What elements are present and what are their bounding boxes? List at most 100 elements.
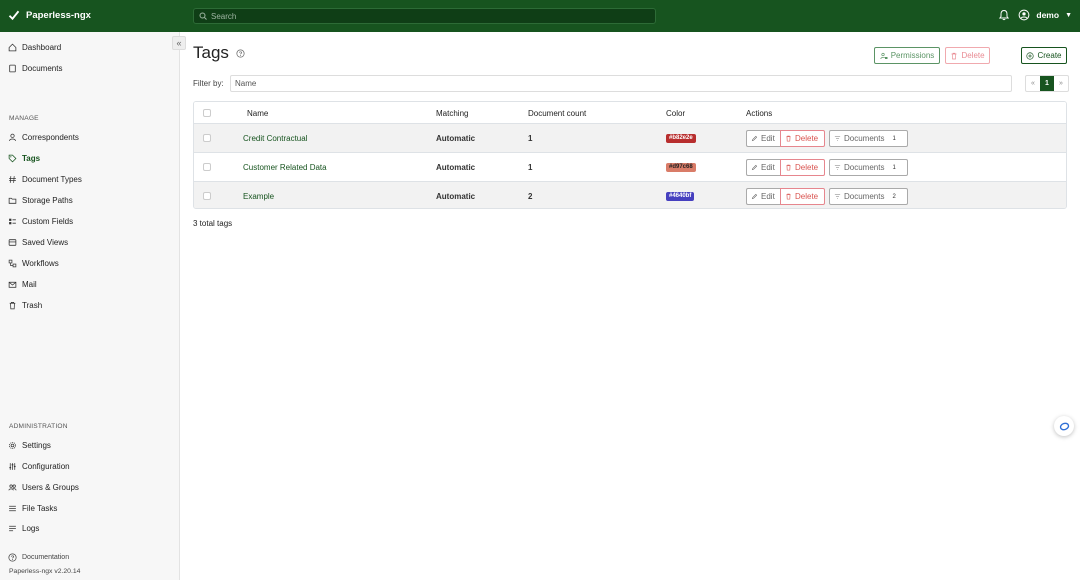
column-header-matching[interactable]: Matching	[436, 109, 468, 118]
filter-icon	[834, 165, 841, 170]
sidebar-item-label: Users & Groups	[22, 483, 79, 492]
user-name: demo	[1036, 10, 1060, 20]
sidebar-item-label: Mail	[22, 280, 37, 289]
plus-circle-icon	[1026, 51, 1035, 60]
delete-button[interactable]: Delete	[780, 159, 825, 176]
table-row: Example Automatic 2 #4640bf Edit Delete …	[194, 182, 1066, 208]
saved-views-icon	[8, 239, 17, 246]
floating-helper-button[interactable]	[1054, 416, 1074, 436]
edit-label: Edit	[761, 134, 775, 143]
sidebar-item-label: Dashboard	[22, 43, 62, 52]
documents-label: Documents	[844, 134, 885, 143]
tag-name-link[interactable]: Customer Related Data	[243, 163, 327, 172]
sidebar-item-mail[interactable]: Mail	[8, 280, 37, 289]
sidebar-item-logs[interactable]: Logs	[8, 524, 39, 533]
pencil-icon	[751, 135, 758, 142]
documentation-label: Documentation	[22, 554, 70, 561]
create-button[interactable]: Create	[1021, 47, 1067, 64]
sidebar-item-settings[interactable]: Settings	[8, 441, 51, 450]
house-icon	[8, 43, 17, 52]
tag-name-link[interactable]: Credit Contractual	[243, 134, 307, 143]
user-menu[interactable]: demo ▼	[1018, 9, 1072, 21]
tag-color-badge: #d97c68	[666, 163, 696, 172]
pager-next-button[interactable]: »	[1054, 76, 1068, 91]
bell-icon[interactable]	[998, 9, 1010, 21]
table-row: Credit Contractual Automatic 1 #b82e2e E…	[194, 124, 1066, 153]
pager-prev-button[interactable]: «	[1026, 76, 1040, 91]
tag-name-link[interactable]: Example	[243, 192, 274, 201]
table-row: Customer Related Data Automatic 1 #d97c6…	[194, 153, 1066, 182]
workflow-icon	[8, 259, 17, 268]
sidebar-item-documents[interactable]: Documents	[8, 64, 62, 73]
column-header-document-count[interactable]: Document count	[528, 109, 586, 118]
documents-button[interactable]: Documents 1	[829, 130, 908, 147]
question-circle-icon	[8, 553, 17, 562]
create-label: Create	[1037, 51, 1062, 60]
edit-button[interactable]: Edit	[746, 188, 780, 205]
filter-name-input[interactable]	[230, 75, 1012, 92]
sidebar-item-users-groups[interactable]: Users & Groups	[8, 483, 79, 492]
pager-page-1[interactable]: 1	[1040, 76, 1054, 91]
leaf-icon	[8, 10, 20, 21]
sidebar-item-label: Configuration	[22, 462, 70, 471]
documents-count: 1	[892, 164, 896, 171]
sidebar-item-saved-views[interactable]: Saved Views	[8, 238, 68, 247]
documents-button[interactable]: Documents 2	[829, 188, 908, 205]
bulk-delete-label: Delete	[961, 51, 985, 60]
sidebar-item-workflows[interactable]: Workflows	[8, 259, 59, 268]
total-tags-count: 3 total tags	[193, 219, 233, 228]
edit-button[interactable]: Edit	[746, 130, 780, 147]
delete-button[interactable]: Delete	[780, 188, 825, 205]
tag-document-count: 1	[528, 163, 533, 172]
custom-fields-icon	[9, 218, 16, 225]
trash-icon	[786, 135, 791, 142]
select-all-checkbox[interactable]	[203, 109, 211, 117]
top-navbar: Paperless-ngx demo ▼	[0, 0, 1080, 32]
sidebar-item-custom-fields[interactable]: Custom Fields	[8, 217, 73, 226]
sidebar-item-dashboard[interactable]: Dashboard	[8, 43, 61, 52]
search-icon	[199, 12, 207, 20]
trash-icon	[786, 164, 791, 171]
row-checkbox[interactable]	[203, 192, 211, 200]
sidebar-item-label: Saved Views	[22, 238, 69, 247]
sidebar-item-correspondents[interactable]: Correspondents	[8, 133, 79, 142]
section-label-manage: MANAGE	[9, 115, 39, 122]
row-checkbox[interactable]	[203, 134, 211, 142]
bulk-delete-button[interactable]: Delete	[945, 47, 990, 64]
mail-icon	[8, 281, 17, 288]
filter-label: Filter by:	[193, 79, 224, 88]
edit-label: Edit	[761, 163, 775, 172]
chevron-down-icon: ▼	[1065, 11, 1072, 19]
sidebar-item-storage-paths[interactable]: Storage Paths	[8, 196, 73, 205]
sidebar-item-tags[interactable]: Tags	[8, 154, 40, 163]
sidebar-item-label: Settings	[22, 441, 51, 450]
permissions-button[interactable]: Permissions	[874, 47, 940, 64]
filter-icon	[834, 194, 841, 199]
help-icon[interactable]	[236, 49, 245, 58]
documentation-link[interactable]: Documentation	[8, 553, 69, 562]
column-header-name[interactable]: Name	[247, 109, 268, 118]
hash-icon	[9, 176, 16, 183]
sidebar-item-trash[interactable]: Trash	[8, 301, 42, 310]
row-checkbox[interactable]	[203, 163, 211, 171]
documents-button[interactable]: Documents 1	[829, 159, 908, 176]
search-input[interactable]	[211, 11, 631, 21]
edit-button[interactable]: Edit	[746, 159, 780, 176]
tag-icon	[8, 154, 17, 163]
section-label-administration: ADMINISTRATION	[9, 423, 68, 430]
sidebar-item-label: Trash	[22, 301, 43, 310]
tag-color-badge: #4640bf	[666, 192, 695, 201]
sidebar-item-configuration[interactable]: Configuration	[8, 462, 70, 471]
sidebar-item-label: Documents	[22, 64, 63, 73]
column-header-color: Color	[666, 109, 686, 118]
delete-button[interactable]: Delete	[780, 130, 825, 147]
sidebar-item-document-types[interactable]: Document Types	[8, 175, 82, 184]
person-lock-icon	[880, 52, 888, 59]
sidebar-item-file-tasks[interactable]: File Tasks	[8, 504, 57, 513]
search-box[interactable]	[193, 8, 656, 24]
collapse-sidebar-button[interactable]: «	[172, 36, 186, 50]
brand-logo[interactable]: Paperless-ngx	[8, 9, 91, 21]
sidebar: « Dashboard Documents MANAGE Corresponde…	[0, 32, 186, 580]
logs-icon	[9, 525, 16, 532]
tag-matching: Automatic	[436, 134, 476, 143]
